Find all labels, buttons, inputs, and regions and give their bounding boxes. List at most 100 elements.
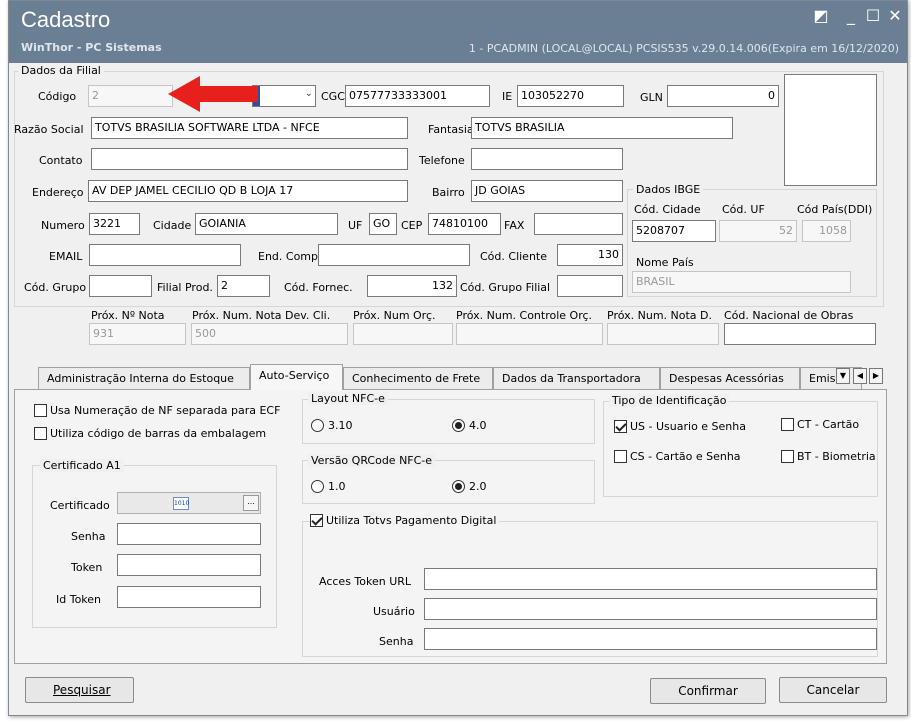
- telefone-input[interactable]: [471, 148, 623, 170]
- filial-select[interactable]: ⌄: [252, 85, 316, 107]
- red-arrow-icon: [168, 76, 258, 112]
- id-token-input[interactable]: [117, 586, 261, 608]
- usuario-input[interactable]: [424, 598, 877, 620]
- cod-pais-label: Cód País(DDI): [797, 203, 873, 216]
- title-bar[interactable]: Cadastro WinThor - PC Sistemas 1 - PCADM…: [9, 1, 907, 63]
- usuario-label: Usuário: [373, 605, 415, 618]
- chk-cs[interactable]: CS - Cartão e Senha: [614, 450, 741, 463]
- cod-uf-input[interactable]: 52: [719, 220, 797, 242]
- cod-cliente-input[interactable]: 130: [557, 244, 623, 266]
- tab-dados-transportadora[interactable]: Dados da Transportadora: [493, 367, 660, 389]
- endereco-input[interactable]: AV DEP JAMEL CECILIO QD B LOJA 17: [88, 180, 408, 202]
- senha-input[interactable]: [117, 523, 261, 545]
- cod-cidade-input[interactable]: 5208707: [632, 220, 716, 242]
- chk-numeracao-label: Usa Numeração de NF separada para ECF: [50, 404, 281, 417]
- cod-fornec-label: Cód. Fornec.: [284, 281, 353, 294]
- token-input[interactable]: [117, 554, 261, 576]
- ie-input[interactable]: 103052270: [517, 85, 624, 107]
- nome-pais-input[interactable]: BRASIL: [632, 271, 851, 293]
- nome-pais-label: Nome País: [636, 256, 694, 269]
- email-label: EMAIL: [49, 250, 83, 263]
- chk-us[interactable]: US - Usuario e Senha: [614, 420, 746, 433]
- acces-token-label: Acces Token URL: [319, 575, 412, 588]
- fax-input[interactable]: [534, 213, 623, 235]
- tab-auto-servico[interactable]: Auto-Serviço: [250, 364, 343, 390]
- checkbox-icon: [34, 404, 47, 417]
- tab-conhecimento-frete[interactable]: Conhecimento de Frete: [343, 367, 493, 389]
- telefone-label: Telefone: [419, 154, 465, 167]
- browse-button[interactable]: ...: [243, 495, 259, 511]
- tab-administracao[interactable]: Administração Interna do Estoque: [38, 367, 250, 389]
- numero-input[interactable]: 3221: [89, 213, 140, 235]
- file-icon: 1010: [173, 497, 189, 510]
- filial-prod-input[interactable]: 2: [217, 275, 270, 297]
- prox-dev-input[interactable]: 500: [191, 323, 348, 345]
- minimize-button[interactable]: _: [839, 5, 863, 27]
- cod-fornec-input[interactable]: 132: [367, 275, 457, 297]
- prox-orc-input[interactable]: [353, 323, 453, 345]
- fantasia-input[interactable]: TOTVS BRASILIA: [471, 117, 733, 139]
- cod-uf-label: Cód. UF: [722, 203, 765, 216]
- radio-qr-10[interactable]: 1.0: [311, 480, 346, 493]
- prox-nota-input[interactable]: 931: [89, 323, 186, 345]
- uf-input[interactable]: GO: [369, 213, 397, 235]
- pesquisar-button[interactable]: Pesquisar: [25, 677, 134, 703]
- tab-scroll-left-icon[interactable]: ◀: [853, 368, 867, 384]
- cod-grupo-filial-input[interactable]: [557, 275, 623, 297]
- chevron-down-icon: ⌄: [304, 88, 313, 99]
- tab-scroll-right-icon[interactable]: ▶: [869, 368, 883, 384]
- cidade-input[interactable]: GOIANIA: [195, 213, 338, 235]
- certificado-picker[interactable]: 1010 ...: [117, 492, 261, 514]
- radio-layout-40[interactable]: 4.0: [452, 419, 487, 432]
- end-comp-label: End. Comp.: [258, 250, 322, 263]
- chk-us-label: US - Usuario e Senha: [630, 420, 746, 433]
- codigo-label: Código: [38, 90, 77, 103]
- radio-layout-310[interactable]: 3.10: [311, 419, 353, 432]
- filial-prod-label: Filial Prod.: [157, 281, 213, 294]
- chk-pagamento-digital[interactable]: Utiliza Totvs Pagamento Digital: [310, 514, 500, 527]
- senha2-input[interactable]: [424, 628, 877, 650]
- token-label: Token: [71, 561, 103, 574]
- cep-input[interactable]: 74810100: [428, 213, 501, 235]
- checkbox-checked-icon: [310, 514, 323, 527]
- tipo-identificacao-group: [603, 401, 878, 497]
- prox-nota-d-input[interactable]: [607, 323, 719, 345]
- radio-qr-20[interactable]: 2.0: [452, 480, 487, 493]
- endereco-label: Endereço: [32, 186, 84, 199]
- cod-obras-label: Cód. Nacional de Obras: [724, 309, 854, 322]
- tab-despesas-acessorias[interactable]: Despesas Acessórias: [660, 367, 800, 389]
- tab-dropdown-icon[interactable]: ▼: [836, 368, 850, 384]
- cod-grupo-filial-label: Cód. Grupo Filial: [460, 281, 551, 294]
- dados-ibge-title: Dados IBGE: [633, 183, 704, 196]
- cod-pais-input[interactable]: 1058: [802, 220, 851, 242]
- maximize-button[interactable]: ☐: [861, 5, 885, 27]
- chk-bt[interactable]: BT - Biometria: [781, 450, 876, 463]
- cgc-input[interactable]: 07577733333001: [345, 85, 490, 107]
- window-title: Cadastro: [21, 7, 111, 32]
- gln-input[interactable]: 0: [667, 85, 779, 107]
- checkbox-icon: [781, 450, 794, 463]
- confirmar-button[interactable]: Confirmar: [650, 678, 766, 704]
- cod-obras-input[interactable]: [724, 323, 876, 345]
- cancelar-button[interactable]: Cancelar: [779, 677, 887, 703]
- cod-grupo-input[interactable]: [89, 275, 152, 297]
- bairro-input[interactable]: JD GOIAS: [471, 180, 623, 202]
- acces-token-input[interactable]: [424, 568, 877, 590]
- end-comp-input[interactable]: [318, 244, 470, 266]
- chk-ct[interactable]: CT - Cartão: [781, 418, 859, 431]
- email-input[interactable]: [89, 244, 241, 266]
- chk-numeracao[interactable]: Usa Numeração de NF separada para ECF: [34, 404, 280, 417]
- contato-input[interactable]: [91, 148, 408, 170]
- checkbox-checked-icon: [614, 420, 627, 433]
- fax-label: FAX: [504, 219, 525, 232]
- checkbox-icon: [34, 427, 47, 440]
- razao-input[interactable]: TOTVS BRASILIA SOFTWARE LTDA - NFCE: [91, 117, 408, 139]
- radio-layout-40-label: 4.0: [469, 419, 487, 432]
- codigo-input[interactable]: 2: [88, 85, 173, 107]
- ie-label: IE: [502, 90, 513, 103]
- close-button[interactable]: ✕: [883, 5, 907, 27]
- tipo-identificacao-title: Tipo de Identificação: [609, 394, 730, 407]
- restore-icon[interactable]: ◩: [809, 5, 833, 27]
- prox-ctrl-input[interactable]: [456, 323, 603, 345]
- chk-barras[interactable]: Utiliza código de barras da embalagem: [34, 427, 266, 440]
